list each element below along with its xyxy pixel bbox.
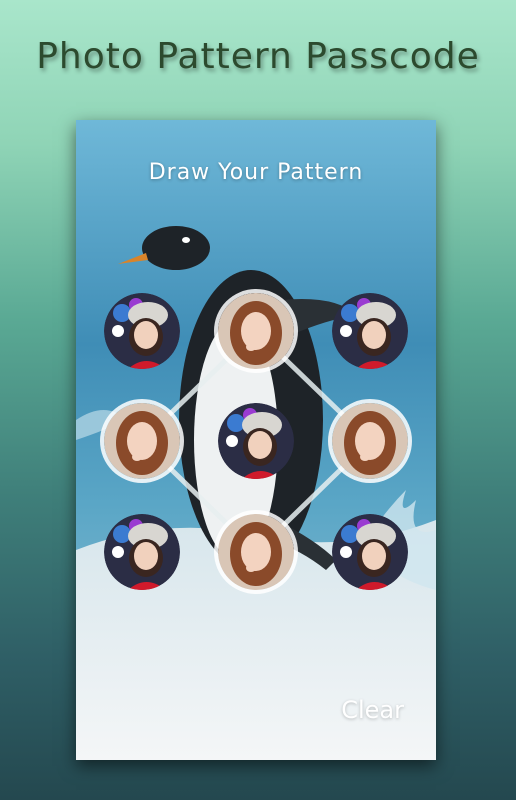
pattern-dot-4[interactable] (104, 403, 180, 479)
girl-smiling-photo-icon (218, 514, 294, 590)
pattern-dot-9[interactable] (332, 514, 408, 590)
lock-screen: Draw Your Pattern Clear (76, 120, 436, 760)
clear-button[interactable]: Clear (341, 696, 404, 724)
girl-smiling-photo-icon (218, 293, 294, 369)
pattern-dot-3[interactable] (332, 293, 408, 369)
girl-with-hat-photo-icon (332, 514, 408, 590)
pattern-dot-7[interactable] (104, 514, 180, 590)
girl-with-hat-photo-icon (104, 514, 180, 590)
girl-smiling-photo-icon (104, 403, 180, 479)
girl-with-hat-photo-icon (218, 403, 294, 479)
pattern-dot-5[interactable] (218, 403, 294, 479)
girl-with-hat-photo-icon (104, 293, 180, 369)
pattern-dot-8[interactable] (218, 514, 294, 590)
girl-smiling-photo-icon (332, 403, 408, 479)
pattern-dot-2[interactable] (218, 293, 294, 369)
pattern-dot-6[interactable] (332, 403, 408, 479)
pattern-dot-1[interactable] (104, 293, 180, 369)
girl-with-hat-photo-icon (332, 293, 408, 369)
app-title: Photo Pattern Passcode (36, 36, 480, 77)
